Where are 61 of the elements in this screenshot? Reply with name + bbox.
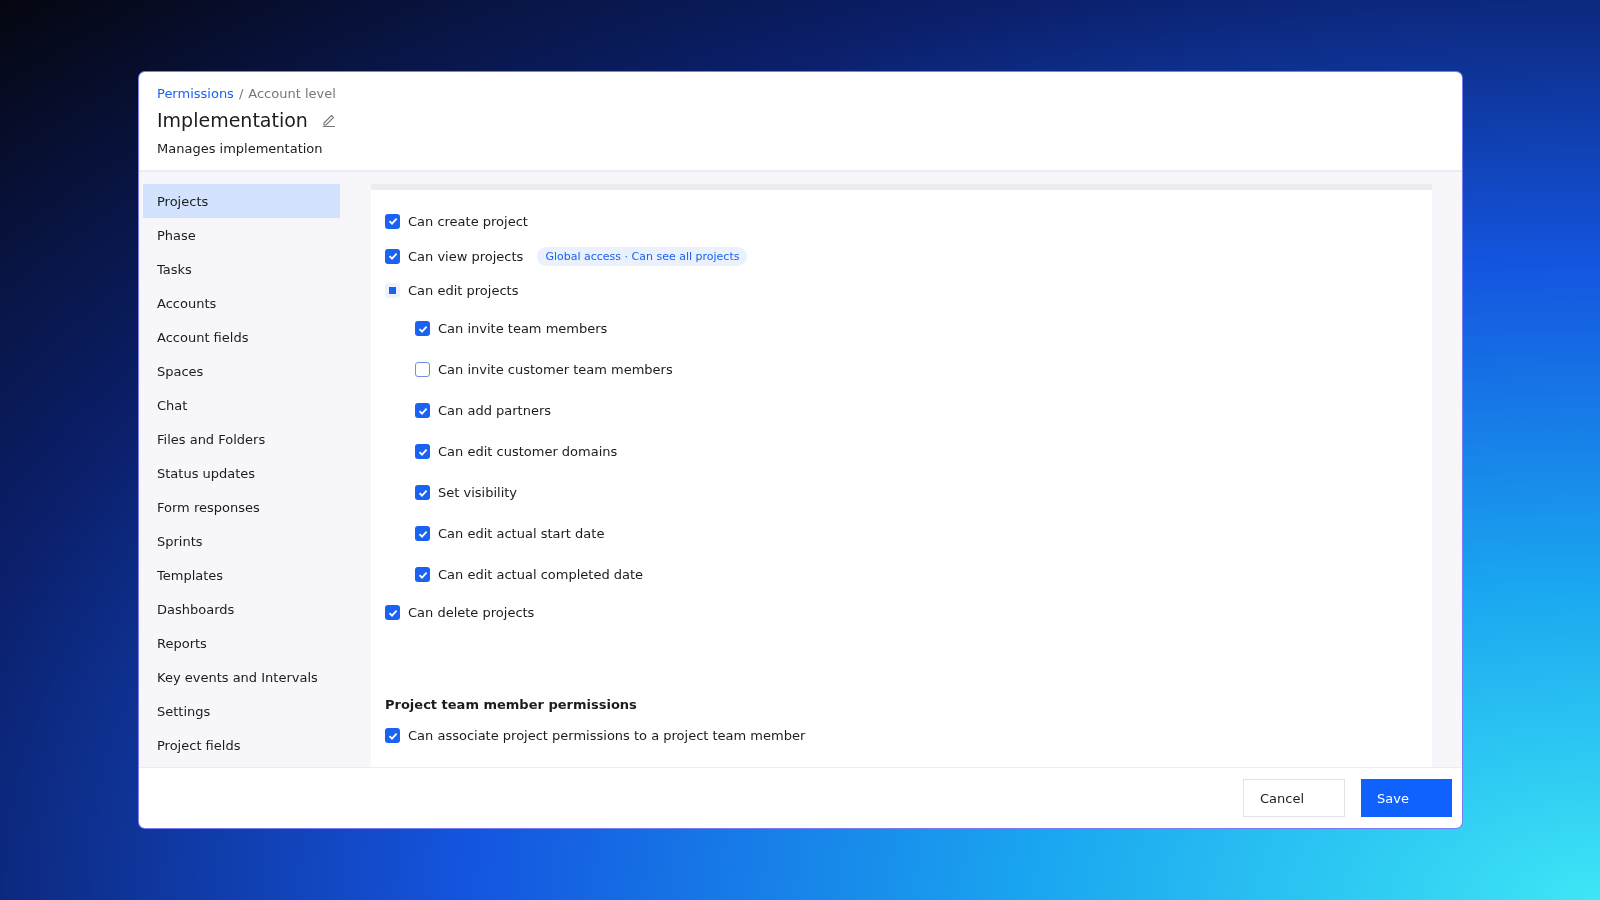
- sidebar-item[interactable]: Status updates: [143, 456, 340, 490]
- checkmark-icon: [417, 405, 428, 416]
- sidebar-item[interactable]: Account fields: [143, 320, 340, 354]
- sidebar-item[interactable]: Dashboards: [143, 592, 340, 626]
- section-heading: Project team member permissions: [385, 695, 638, 714]
- sidebar-item[interactable]: Files and Folders: [143, 422, 340, 456]
- sidebar-item[interactable]: Accounts: [143, 286, 340, 320]
- checkbox[interactable]: [385, 248, 400, 264]
- sidebar-item[interactable]: Projects: [143, 184, 340, 218]
- permission-label: Set visibility: [438, 485, 518, 501]
- checkmark-icon: [417, 446, 428, 457]
- checkbox[interactable]: [415, 362, 430, 378]
- sidebar-item[interactable]: Sprints: [143, 524, 340, 558]
- permission-label: Can create project: [408, 213, 528, 229]
- permission-label: Can add partners: [438, 403, 552, 419]
- permission-label: Can edit actual completed date: [438, 567, 644, 583]
- checkbox[interactable]: [415, 444, 430, 460]
- save-button[interactable]: Save: [1361, 779, 1452, 817]
- breadcrumb-link[interactable]: Permissions: [157, 86, 234, 101]
- checkmark-icon: [417, 528, 428, 539]
- page-subtitle: Manages implementation: [157, 141, 324, 156]
- checkbox[interactable]: [385, 605, 400, 621]
- checkbox[interactable]: [415, 403, 430, 419]
- sidebar-item[interactable]: Spaces: [143, 354, 340, 388]
- sidebar-item[interactable]: Chat: [143, 388, 340, 422]
- permission-label: Can edit projects: [408, 283, 519, 299]
- checkbox[interactable]: [385, 213, 400, 229]
- page-title: Implementation: [157, 109, 308, 131]
- cancel-button[interactable]: Cancel: [1243, 779, 1345, 817]
- breadcrumb-separator: /: [238, 86, 244, 101]
- checkbox[interactable]: [415, 567, 430, 583]
- permission-label: Can edit actual start date: [438, 526, 605, 542]
- sidebar-item[interactable]: Form responses: [143, 490, 340, 524]
- checkbox[interactable]: [385, 283, 400, 299]
- checkmark-icon: [387, 216, 398, 227]
- checkbox[interactable]: [385, 728, 400, 744]
- permission-label: Can edit customer domains: [438, 444, 618, 460]
- checkbox[interactable]: [415, 526, 430, 542]
- checkmark-icon: [417, 487, 428, 498]
- checkmark-icon: [417, 569, 428, 580]
- sidebar-item[interactable]: Reports: [143, 626, 340, 660]
- sidebar-item[interactable]: Templates: [143, 558, 340, 592]
- permission-label: Can view projects: [408, 248, 524, 264]
- edit-icon[interactable]: [321, 113, 336, 127]
- checkmark-icon: [417, 323, 428, 334]
- sidebar-item[interactable]: Project fields: [143, 728, 340, 762]
- access-tag: Global access · Can see all projects: [537, 246, 748, 266]
- checkbox[interactable]: [415, 485, 430, 501]
- sidebar-item[interactable]: Settings: [143, 694, 340, 728]
- permission-label: Can associate project permissions to a project team member: [408, 728, 806, 744]
- permission-label: Can invite customer team members: [438, 362, 673, 378]
- permission-label: Can delete projects: [408, 605, 535, 621]
- checkmark-icon: [387, 607, 398, 618]
- permission-label: Can invite team members: [438, 321, 608, 337]
- sidebar-item[interactable]: Phase: [143, 218, 340, 252]
- breadcrumb-current: Account level: [248, 86, 336, 101]
- checkmark-icon: [387, 251, 398, 262]
- checkbox[interactable]: [415, 321, 430, 337]
- sidebar-item[interactable]: Tasks: [143, 252, 340, 286]
- sidebar-item[interactable]: Key events and Intervals: [143, 660, 340, 694]
- checkmark-icon: [387, 730, 398, 741]
